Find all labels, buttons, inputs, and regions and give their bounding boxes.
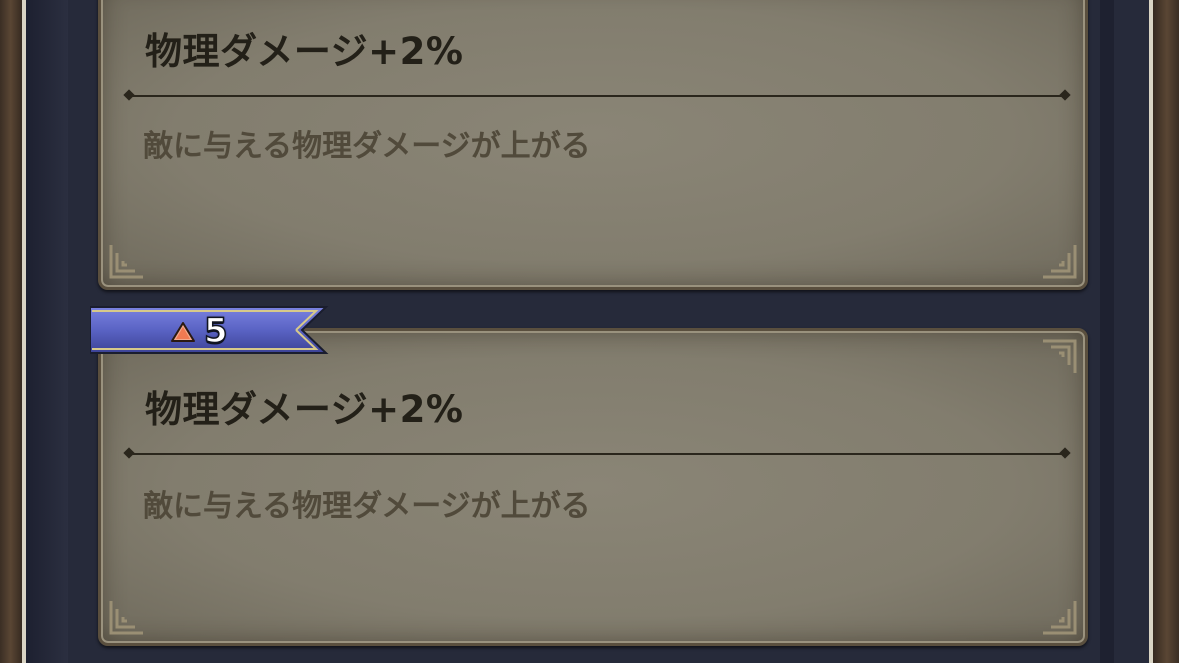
corner-ornament-icon bbox=[1033, 591, 1079, 637]
level-number: 5 bbox=[203, 310, 228, 352]
corner-ornament-icon bbox=[107, 591, 153, 637]
perk-card[interactable]: 物理ダメージ+2% 敵に与える物理ダメージが上がる bbox=[98, 0, 1088, 290]
perk-list-screen: 物理ダメージ+2% 敵に与える物理ダメージが上がる 物理ダメージ+2% 敵に与え… bbox=[0, 0, 1179, 663]
perk-description: 敵に与える物理ダメージが上がる bbox=[143, 129, 591, 164]
frame-right-border bbox=[1149, 0, 1179, 663]
scrollbar-track[interactable] bbox=[1100, 0, 1114, 663]
corner-ornament-icon bbox=[1033, 235, 1079, 281]
perk-title: 物理ダメージ+2% bbox=[145, 30, 464, 73]
divider bbox=[127, 453, 1067, 455]
frame-right-line bbox=[1149, 0, 1153, 663]
level-ribbon: 5 bbox=[90, 305, 330, 355]
corner-ornament-icon bbox=[1033, 337, 1079, 383]
list-inner-edge bbox=[26, 0, 68, 663]
corner-ornament-icon bbox=[107, 235, 153, 281]
perk-card[interactable]: 物理ダメージ+2% 敵に与える物理ダメージが上がる bbox=[98, 328, 1088, 646]
frame-left-line bbox=[22, 0, 26, 663]
orange-triangle-icon bbox=[170, 321, 196, 343]
divider bbox=[127, 95, 1067, 97]
perk-title: 物理ダメージ+2% bbox=[145, 388, 464, 431]
perk-description: 敵に与える物理ダメージが上がる bbox=[143, 489, 591, 524]
